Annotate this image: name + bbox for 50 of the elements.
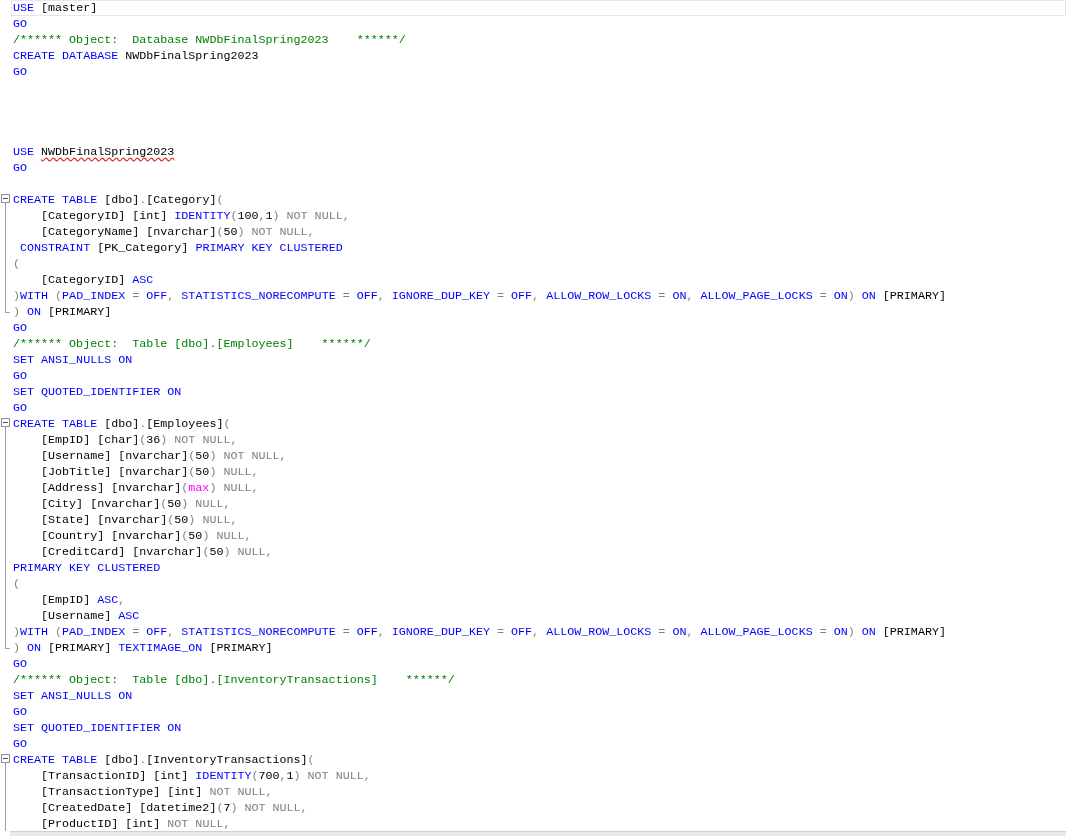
code-line: /****** Object: Table [dbo].[InventoryTransactions] ******/ <box>12 672 456 688</box>
code-line: [TransactionType] [int] NOT NULL, <box>40 784 274 800</box>
code-line: GO <box>12 736 29 752</box>
code-line: CREATE TABLE [dbo].[InventoryTransactions]( <box>12 752 316 768</box>
code-line: SET ANSI_NULLS ON <box>12 688 134 704</box>
code-line: [Country] [nvarchar](50) NULL, <box>40 528 253 544</box>
code-line: CREATE DATABASE NWDbFinalSpring2023 <box>12 48 260 64</box>
code-line: [TransactionID] [int] IDENTITY(700,1) NOT NULL, <box>40 768 372 784</box>
code-line: GO <box>12 16 29 32</box>
collapse-toggle[interactable] <box>1 194 10 203</box>
code-line: GO <box>12 400 29 416</box>
code-line: CREATE TABLE [dbo].[Employees]( <box>12 416 232 432</box>
code-line: )WITH (PAD_INDEX = OFF, STATISTICS_NORECOMPUTE = OFF, IGNORE_DUP_KEY = OFF, ALLOW_ROW_LOCKS = ON, ALLOW_PAGE_LOCKS = ON) ON [PRIMARY] <box>12 288 947 304</box>
code-line: [CreditCard] [nvarchar](50) NULL, <box>40 544 274 560</box>
code-line: [Username] ASC <box>40 608 141 624</box>
horizontal-scrollbar[interactable] <box>10 831 1066 836</box>
code-line: GO <box>12 368 29 384</box>
code-line: [Address] [nvarchar](max) NULL, <box>40 480 260 496</box>
code-line: ) ON [PRIMARY] <box>12 304 113 320</box>
code-line: [CategoryID] ASC <box>40 272 155 288</box>
code-line: [EmpID] ASC, <box>40 592 127 608</box>
code-line: GO <box>12 704 29 720</box>
code-line: CREATE TABLE [dbo].[Category]( <box>12 192 225 208</box>
code-line: )WITH (PAD_INDEX = OFF, STATISTICS_NORECOMPUTE = OFF, IGNORE_DUP_KEY = OFF, ALLOW_ROW_LOCKS = ON, ALLOW_PAGE_LOCKS = ON) ON [PRIMARY] <box>12 624 947 640</box>
collapse-toggle[interactable] <box>1 418 10 427</box>
code-line: GO <box>12 64 29 80</box>
code-line: [Username] [nvarchar](50) NOT NULL, <box>40 448 288 464</box>
code-line: [EmpID] [char](36) NOT NULL, <box>40 432 239 448</box>
code-line: /****** Object: Table [dbo].[Employees] ******/ <box>12 336 372 352</box>
code-line: /****** Object: Database NWDbFinalSpring2023 ******/ <box>12 32 407 48</box>
code-line: [JobTitle] [nvarchar](50) NULL, <box>40 464 260 480</box>
code-line: SET QUOTED_IDENTIFIER ON <box>12 384 183 400</box>
code-line: SET QUOTED_IDENTIFIER ON <box>12 720 183 736</box>
code-line: ) ON [PRIMARY] TEXTIMAGE_ON [PRIMARY] <box>12 640 274 656</box>
code-line: USE NWDbFinalSpring2023 <box>12 144 176 160</box>
collapse-toggle[interactable] <box>1 754 10 763</box>
code-line: SET ANSI_NULLS ON <box>12 352 134 368</box>
code-line: [CategoryName] [nvarchar](50) NOT NULL, <box>40 224 316 240</box>
code-line: [CreatedDate] [datetime2](7) NOT NULL, <box>40 800 309 816</box>
code-line: ( <box>12 576 21 592</box>
code-line: GO <box>12 320 29 336</box>
code-line: GO <box>12 160 29 176</box>
code-line: [State] [nvarchar](50) NULL, <box>40 512 239 528</box>
code-line: CONSTRAINT [PK_Category] PRIMARY KEY CLUSTERED <box>19 240 344 256</box>
code-line: [City] [nvarchar](50) NULL, <box>40 496 232 512</box>
code-line: ( <box>12 256 21 272</box>
code-line: [ProductID] [int] NOT NULL, <box>40 816 232 831</box>
code-line: GO <box>12 656 29 672</box>
code-line: PRIMARY KEY CLUSTERED <box>12 560 162 576</box>
code-line: [CategoryID] [int] IDENTITY(100,1) NOT NULL, <box>40 208 351 224</box>
